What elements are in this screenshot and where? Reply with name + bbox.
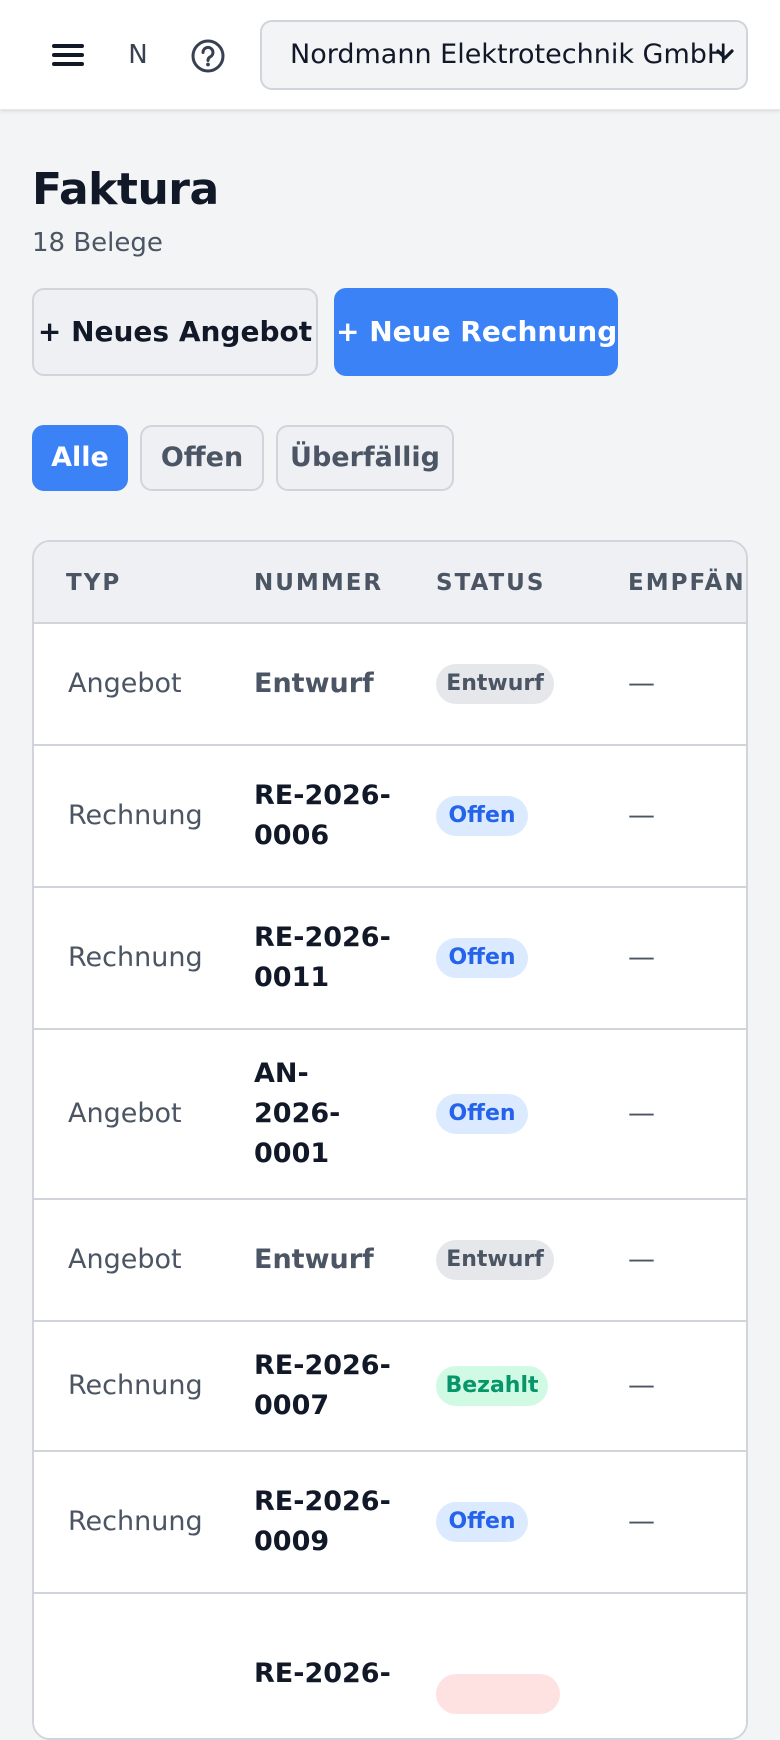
avatar[interactable]: N (120, 36, 156, 74)
row-number-line: RE-2026- (254, 922, 391, 953)
document-count: 18 Belege (32, 228, 163, 258)
filter-all[interactable]: Alle (32, 425, 128, 491)
new-invoice-button[interactable]: + Neue Rechnung (334, 288, 618, 376)
filter-open[interactable]: Offen (140, 425, 264, 491)
status-badge: Offen (436, 1094, 528, 1134)
filter-overdue[interactable]: Überfällig (276, 425, 454, 491)
row-number-line: RE-2026- (254, 780, 391, 811)
row-number[interactable]: RE-2026- 0011 (254, 918, 394, 998)
row-number[interactable]: RE-2026- (254, 1654, 394, 1694)
status-badge (436, 1674, 560, 1714)
table-row[interactable]: Rechnung RE-2026- 0007 Bezahlt — (34, 1322, 746, 1452)
column-header-recipient[interactable]: EMPFÄNG (628, 542, 746, 624)
organization-select[interactable]: Nordmann Elektrotechnik GmbH (260, 20, 748, 90)
table-row[interactable]: Rechnung RE-2026- 0009 Offen — (34, 1452, 746, 1594)
row-number-line: RE-2026- (254, 1658, 391, 1689)
status-badge: Offen (436, 1502, 528, 1542)
row-type: Rechnung (68, 1506, 203, 1537)
row-type: Rechnung (68, 1370, 203, 1401)
status-badge: Offen (436, 796, 528, 836)
table-row[interactable]: Rechnung RE-2026- 0011 Offen — (34, 888, 746, 1030)
row-number[interactable]: RE-2026- 0007 (254, 1346, 394, 1426)
status-badge: Offen (436, 938, 528, 978)
row-type: Rechnung (68, 800, 203, 831)
row-number-line: AN- (254, 1058, 309, 1089)
row-recipient: — (628, 668, 655, 699)
row-number[interactable]: RE-2026- 0006 (254, 776, 394, 856)
table-row[interactable]: Rechnung RE-2026- 0006 Offen — (34, 746, 746, 888)
help-circle-icon[interactable] (190, 38, 226, 74)
top-bar: N Nordmann Elektrotechnik GmbH (0, 0, 780, 110)
row-number-line: 2026- (254, 1098, 341, 1129)
row-type: Angebot (68, 668, 182, 699)
table-header: TYP NUMMER STATUS EMPFÄNG (34, 542, 746, 624)
row-recipient: — (628, 942, 655, 973)
page-title: Faktura (32, 164, 219, 215)
documents-table: TYP NUMMER STATUS EMPFÄNG Angebot Entwur… (32, 540, 748, 1740)
row-number-line: 0006 (254, 820, 330, 851)
row-recipient: — (628, 1244, 655, 1275)
table-row[interactable]: Angebot Entwurf Entwurf — (34, 1200, 746, 1322)
column-header-type[interactable]: TYP (66, 542, 121, 624)
chevron-down-icon (716, 49, 734, 60)
row-type: Angebot (68, 1244, 182, 1275)
status-badge: Entwurf (436, 1240, 554, 1280)
row-number-line: 0009 (254, 1526, 330, 1557)
row-number-line: Entwurf (254, 668, 374, 699)
status-badge: Bezahlt (436, 1366, 548, 1406)
row-recipient: — (628, 1370, 655, 1401)
column-header-status[interactable]: STATUS (436, 542, 545, 624)
row-recipient: — (628, 1098, 655, 1129)
table-row[interactable]: RE-2026- (34, 1594, 746, 1738)
row-number[interactable]: AN- 2026- 0001 (254, 1054, 394, 1174)
row-recipient: — (628, 800, 655, 831)
row-number[interactable]: Entwurf (254, 1240, 394, 1280)
row-number-line: RE-2026- (254, 1486, 391, 1517)
row-number-line: Entwurf (254, 1244, 374, 1275)
row-number-line: RE-2026- (254, 1350, 391, 1381)
row-number-line: 0007 (254, 1390, 330, 1421)
table-row[interactable]: Angebot AN- 2026- 0001 Offen — (34, 1030, 746, 1200)
row-number-line: 0011 (254, 962, 330, 993)
row-number-line: 0001 (254, 1138, 330, 1169)
hamburger-menu-icon[interactable] (48, 38, 88, 72)
row-type: Angebot (68, 1098, 182, 1129)
table-row[interactable]: Angebot Entwurf Entwurf — (34, 624, 746, 746)
row-type: Rechnung (68, 942, 203, 973)
row-recipient: — (628, 1506, 655, 1537)
column-header-number[interactable]: NUMMER (254, 542, 383, 624)
organization-name: Nordmann Elektrotechnik GmbH (290, 39, 728, 70)
new-offer-button[interactable]: + Neues Angebot (32, 288, 318, 376)
row-number[interactable]: Entwurf (254, 664, 394, 704)
status-badge: Entwurf (436, 664, 554, 704)
row-number[interactable]: RE-2026- 0009 (254, 1482, 394, 1562)
